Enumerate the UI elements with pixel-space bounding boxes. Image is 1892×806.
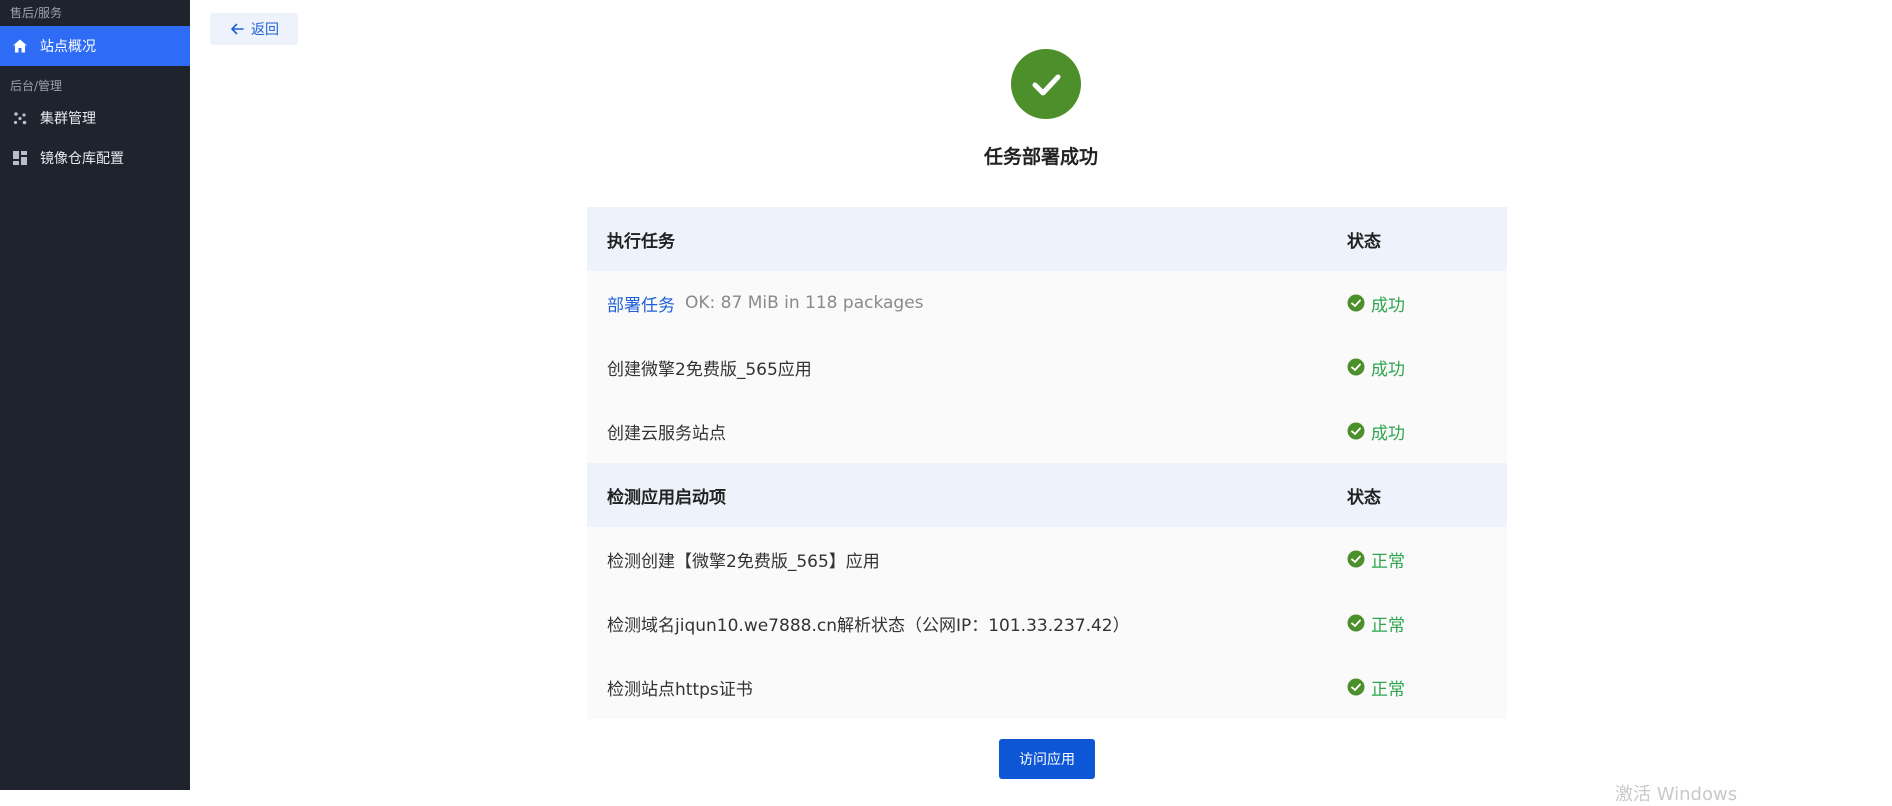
check-circle-icon bbox=[1347, 358, 1365, 376]
activation-watermark: 激活 Windows bbox=[1615, 784, 1738, 805]
main-content: 返回 任务部署成功 执行任务 状态 部署任务 OK: 87 MiB in 118… bbox=[190, 0, 1892, 805]
table-header: 执行任务 状态 bbox=[587, 207, 1507, 271]
status-badge: 正常 bbox=[1347, 547, 1405, 572]
sidebar-item-site-overview[interactable]: 站点概况 bbox=[0, 26, 190, 66]
check-circle-icon bbox=[1347, 614, 1365, 632]
sidebar-group-admin: 后台/管理 bbox=[10, 78, 63, 93]
status-badge: 正常 bbox=[1347, 675, 1405, 700]
check-circle-icon bbox=[1347, 678, 1365, 696]
success-title: 任务部署成功 bbox=[983, 146, 1098, 168]
status-badge: 正常 bbox=[1347, 611, 1405, 636]
task-detail: OK: 87 MiB in 118 packages bbox=[685, 293, 924, 313]
table-row: 创建微擎2免费版_565应用 成功 bbox=[587, 335, 1507, 399]
sidebar-item-cluster[interactable]: 集群管理 bbox=[0, 98, 190, 138]
status-badge: 成功 bbox=[1347, 419, 1405, 444]
check-circle-icon bbox=[1347, 294, 1365, 312]
table-row: 检测创建【微擎2免费版_565】应用 正常 bbox=[587, 527, 1507, 591]
status-badge: 成功 bbox=[1347, 355, 1405, 380]
deploy-task-link[interactable]: 部署任务 bbox=[607, 291, 675, 316]
sidebar-item-label: 镜像仓库配置 bbox=[40, 151, 124, 167]
home-icon bbox=[10, 36, 30, 56]
header-status: 状态 bbox=[1347, 231, 1381, 252]
cluster-icon bbox=[10, 108, 30, 128]
sidebar-item-label: 集群管理 bbox=[40, 111, 96, 127]
table-header: 检测应用启动项 状态 bbox=[587, 463, 1507, 527]
header-task: 执行任务 bbox=[607, 231, 675, 252]
header-status: 状态 bbox=[1347, 487, 1381, 508]
table-row: 部署任务 OK: 87 MiB in 118 packages 成功 bbox=[587, 271, 1507, 335]
check-name: 检测域名jiqun10.we7888.cn解析状态（公网IP：101.33.23… bbox=[607, 615, 1130, 636]
sidebar-item-label: 站点概况 bbox=[40, 39, 96, 55]
table-row: 创建云服务站点 成功 bbox=[587, 399, 1507, 463]
sidebar-item-image-registry[interactable]: 镜像仓库配置 bbox=[0, 138, 190, 178]
check-circle-icon bbox=[1347, 550, 1365, 568]
check-circle-icon bbox=[1347, 422, 1365, 440]
sidebar: 售后/服务 站点概况 后台/管理 集群管理 镜像仓库配置 bbox=[0, 0, 190, 790]
check-name: 检测创建【微擎2免费版_565】应用 bbox=[607, 551, 880, 572]
task-name: 创建微擎2免费版_565应用 bbox=[607, 359, 812, 380]
visit-app-button[interactable]: 访问应用 bbox=[999, 739, 1095, 779]
check-name: 检测站点https证书 bbox=[607, 679, 753, 700]
table-row: 检测域名jiqun10.we7888.cn解析状态（公网IP：101.33.23… bbox=[587, 591, 1507, 655]
task-table: 执行任务 状态 部署任务 OK: 87 MiB in 118 packages … bbox=[587, 207, 1507, 719]
success-check-icon bbox=[1011, 49, 1081, 119]
dashboard-icon bbox=[10, 148, 30, 168]
task-name: 创建云服务站点 bbox=[607, 423, 726, 444]
table-row: 检测站点https证书 正常 bbox=[587, 655, 1507, 719]
back-label: 返回 bbox=[251, 22, 279, 38]
arrow-left-icon bbox=[229, 21, 245, 37]
status-badge: 成功 bbox=[1347, 291, 1405, 316]
header-check: 检测应用启动项 bbox=[607, 487, 726, 508]
back-button[interactable]: 返回 bbox=[210, 13, 298, 45]
sidebar-group-after-sales: 售后/服务 bbox=[10, 6, 63, 20]
